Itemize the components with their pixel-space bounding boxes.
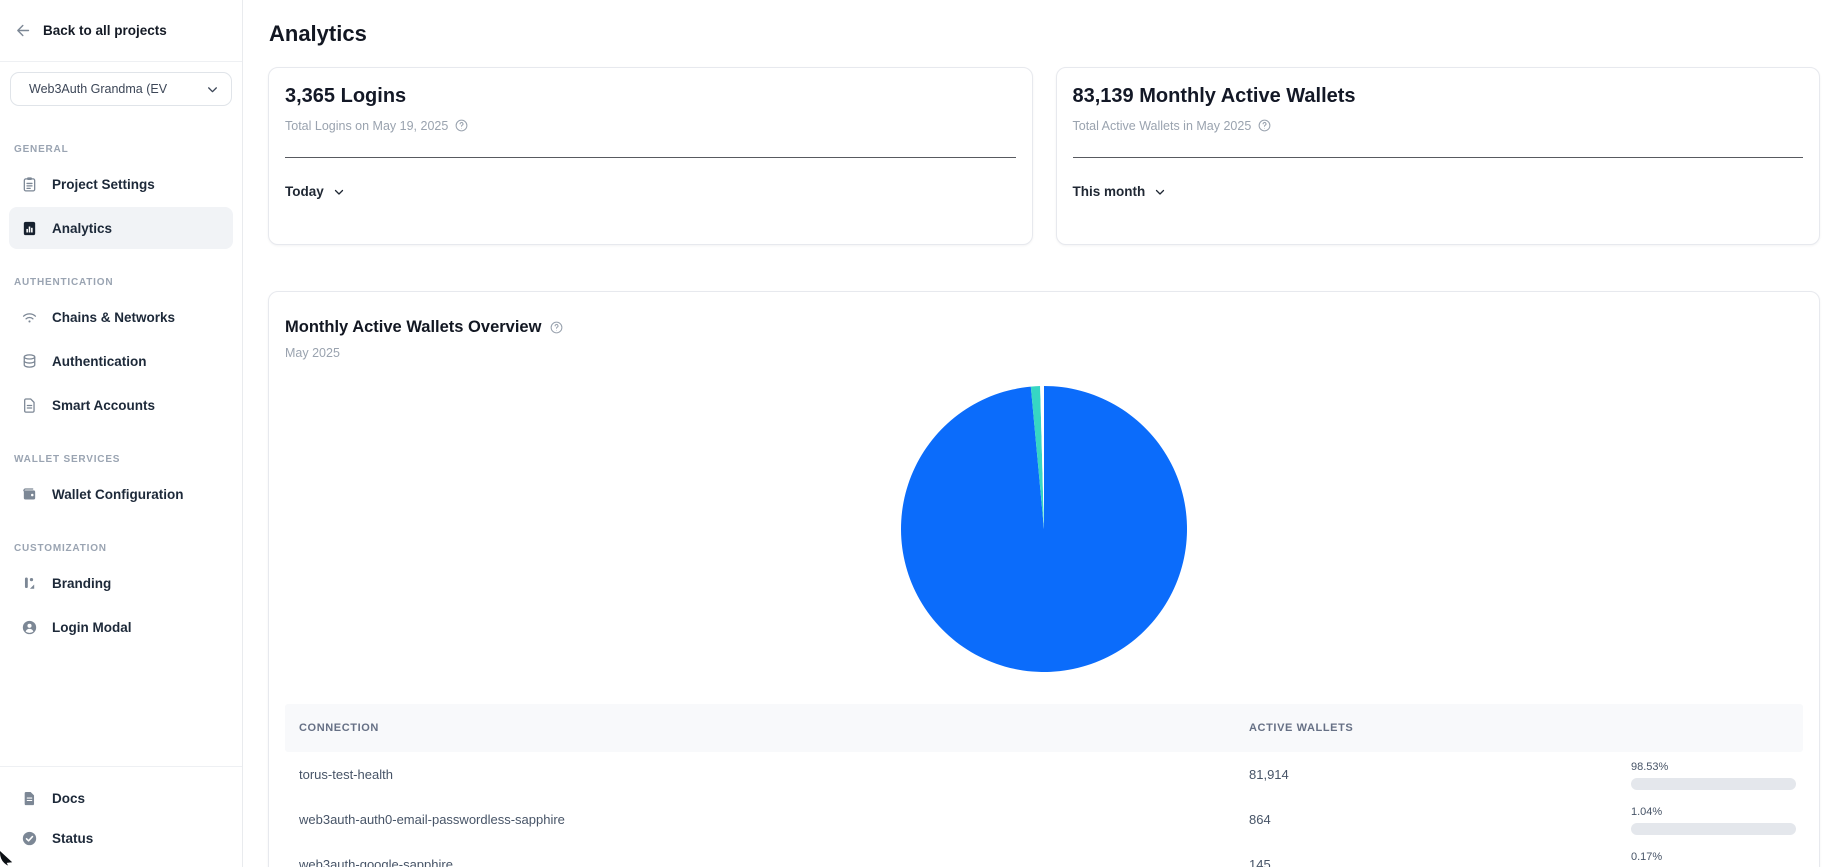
clipboard-icon (21, 176, 38, 193)
sidebar-footer: Docs Status (0, 766, 242, 867)
table-row: web3auth-auth0-email-passwordless-sapphi… (285, 797, 1803, 842)
sidebar-item-label: Chains & Networks (52, 310, 175, 325)
table-header-row: CONNECTION ACTIVE WALLETS (285, 704, 1803, 752)
column-header-active-wallets: ACTIVE WALLETS (1249, 722, 1631, 734)
logins-stat-subtitle: Total Logins on May 19, 2025 (285, 119, 448, 133)
sidebar-item-label: Analytics (52, 221, 112, 236)
section-label-customization: CUSTOMIZATION (14, 543, 233, 554)
percent-label: 0.17% (1631, 851, 1796, 863)
active-wallets-pie-chart[interactable] (899, 384, 1189, 674)
overview-card-title: Monthly Active Wallets Overview (285, 318, 541, 337)
user-circle-icon (21, 619, 38, 636)
range-selector-value: Today (285, 184, 324, 199)
sidebar-nav: GENERAL Project Settings Analytics AUTHE… (0, 116, 242, 650)
section-label-wallet-services: WALLET SERVICES (14, 454, 233, 465)
sidebar-item-label: Branding (52, 576, 111, 591)
help-icon[interactable] (549, 320, 564, 335)
back-to-projects-label: Back to all projects (43, 23, 167, 38)
mouse-cursor (0, 850, 17, 867)
percent-bar (1631, 778, 1796, 790)
percent-bar (1631, 823, 1796, 835)
sidebar-item-label: Wallet Configuration (52, 487, 184, 502)
arrow-left-icon (15, 22, 32, 39)
help-icon[interactable] (454, 118, 469, 133)
active-wallets-count: 81,914 (1249, 767, 1631, 782)
section-label-general: GENERAL (14, 144, 233, 155)
file-icon (21, 790, 38, 807)
wallet-icon (21, 486, 38, 503)
sidebar-item-project-settings[interactable]: Project Settings (9, 163, 233, 205)
active-wallets-count: 145 (1249, 857, 1631, 867)
logins-range-selector[interactable]: Today (285, 184, 345, 199)
pie-slice-torus-test-health (901, 386, 1187, 672)
table-row: web3auth-google-sapphire 145 0.17% (285, 842, 1803, 867)
sidebar-item-label: Project Settings (52, 177, 155, 192)
column-header-connection: CONNECTION (299, 722, 1249, 734)
active-wallets-stat-card: 83,139 Monthly Active Wallets Total Acti… (1056, 67, 1821, 245)
active-wallets-stat-value: 83,139 Monthly Active Wallets (1073, 85, 1804, 108)
sidebar-item-wallet-configuration[interactable]: Wallet Configuration (9, 473, 233, 515)
project-selector[interactable]: Web3Auth Grandma (EV (10, 72, 232, 106)
active-wallets-stat-subtitle: Total Active Wallets in May 2025 (1073, 119, 1252, 133)
paint-icon (21, 575, 38, 592)
connection-name: web3auth-auth0-email-passwordless-sapphi… (299, 812, 1249, 827)
project-selector-value: Web3Auth Grandma (EV (29, 82, 167, 96)
logins-stat-card: 3,365 Logins Total Logins on May 19, 202… (268, 67, 1033, 245)
wifi-icon (21, 309, 38, 326)
sidebar-item-label: Status (52, 831, 93, 846)
connection-name: torus-test-health (299, 767, 1249, 782)
sidebar-item-docs[interactable]: Docs (9, 779, 233, 817)
app-window: Back to all projects Web3Auth Grandma (E… (0, 0, 1840, 867)
table-row: torus-test-health 81,914 98.53% (285, 752, 1803, 797)
main-content: Analytics 3,365 Logins Total Logins on M… (243, 0, 1840, 867)
connections-table: CONNECTION ACTIVE WALLETS torus-test-hea… (285, 704, 1803, 867)
document-icon (21, 397, 38, 414)
percent-label: 1.04% (1631, 806, 1796, 818)
sidebar-item-chains-networks[interactable]: Chains & Networks (9, 296, 233, 338)
connection-name: web3auth-google-sapphire (299, 857, 1249, 867)
chart-axis-line (1073, 157, 1804, 158)
percent-label: 98.53% (1631, 761, 1796, 773)
range-selector-value: This month (1073, 184, 1146, 199)
chart-axis-line (285, 157, 1016, 158)
help-icon[interactable] (1257, 118, 1272, 133)
sidebar-item-analytics[interactable]: Analytics (9, 207, 233, 249)
sidebar-item-login-modal[interactable]: Login Modal (9, 606, 233, 648)
back-to-projects-link[interactable]: Back to all projects (0, 0, 242, 62)
chevron-down-icon (333, 186, 345, 198)
sidebar-item-smart-accounts[interactable]: Smart Accounts (9, 384, 233, 426)
sidebar-item-label: Docs (52, 791, 85, 806)
active-wallets-range-selector[interactable]: This month (1073, 184, 1167, 199)
logins-stat-value: 3,365 Logins (285, 85, 1016, 108)
sidebar-item-label: Smart Accounts (52, 398, 155, 413)
chevron-down-icon (1154, 186, 1166, 198)
check-circle-icon (21, 830, 38, 847)
stat-cards-row: 3,365 Logins Total Logins on May 19, 202… (268, 67, 1820, 245)
pie-chart-container (285, 384, 1803, 674)
database-icon (21, 353, 38, 370)
sidebar: Back to all projects Web3Auth Grandma (E… (0, 0, 243, 867)
analytics-chart-icon (21, 220, 38, 237)
chevron-down-icon (206, 83, 219, 96)
sidebar-item-label: Authentication (52, 354, 147, 369)
sidebar-item-label: Login Modal (52, 620, 131, 635)
sidebar-item-authentication[interactable]: Authentication (9, 340, 233, 382)
sidebar-item-status[interactable]: Status (9, 819, 233, 857)
page-title: Analytics (269, 21, 1820, 47)
monthly-active-wallets-overview-card: Monthly Active Wallets Overview May 2025… (268, 291, 1820, 867)
active-wallets-count: 864 (1249, 812, 1631, 827)
section-label-authentication: AUTHENTICATION (14, 277, 233, 288)
sidebar-item-branding[interactable]: Branding (9, 562, 233, 604)
overview-card-subtitle: May 2025 (285, 346, 1803, 360)
